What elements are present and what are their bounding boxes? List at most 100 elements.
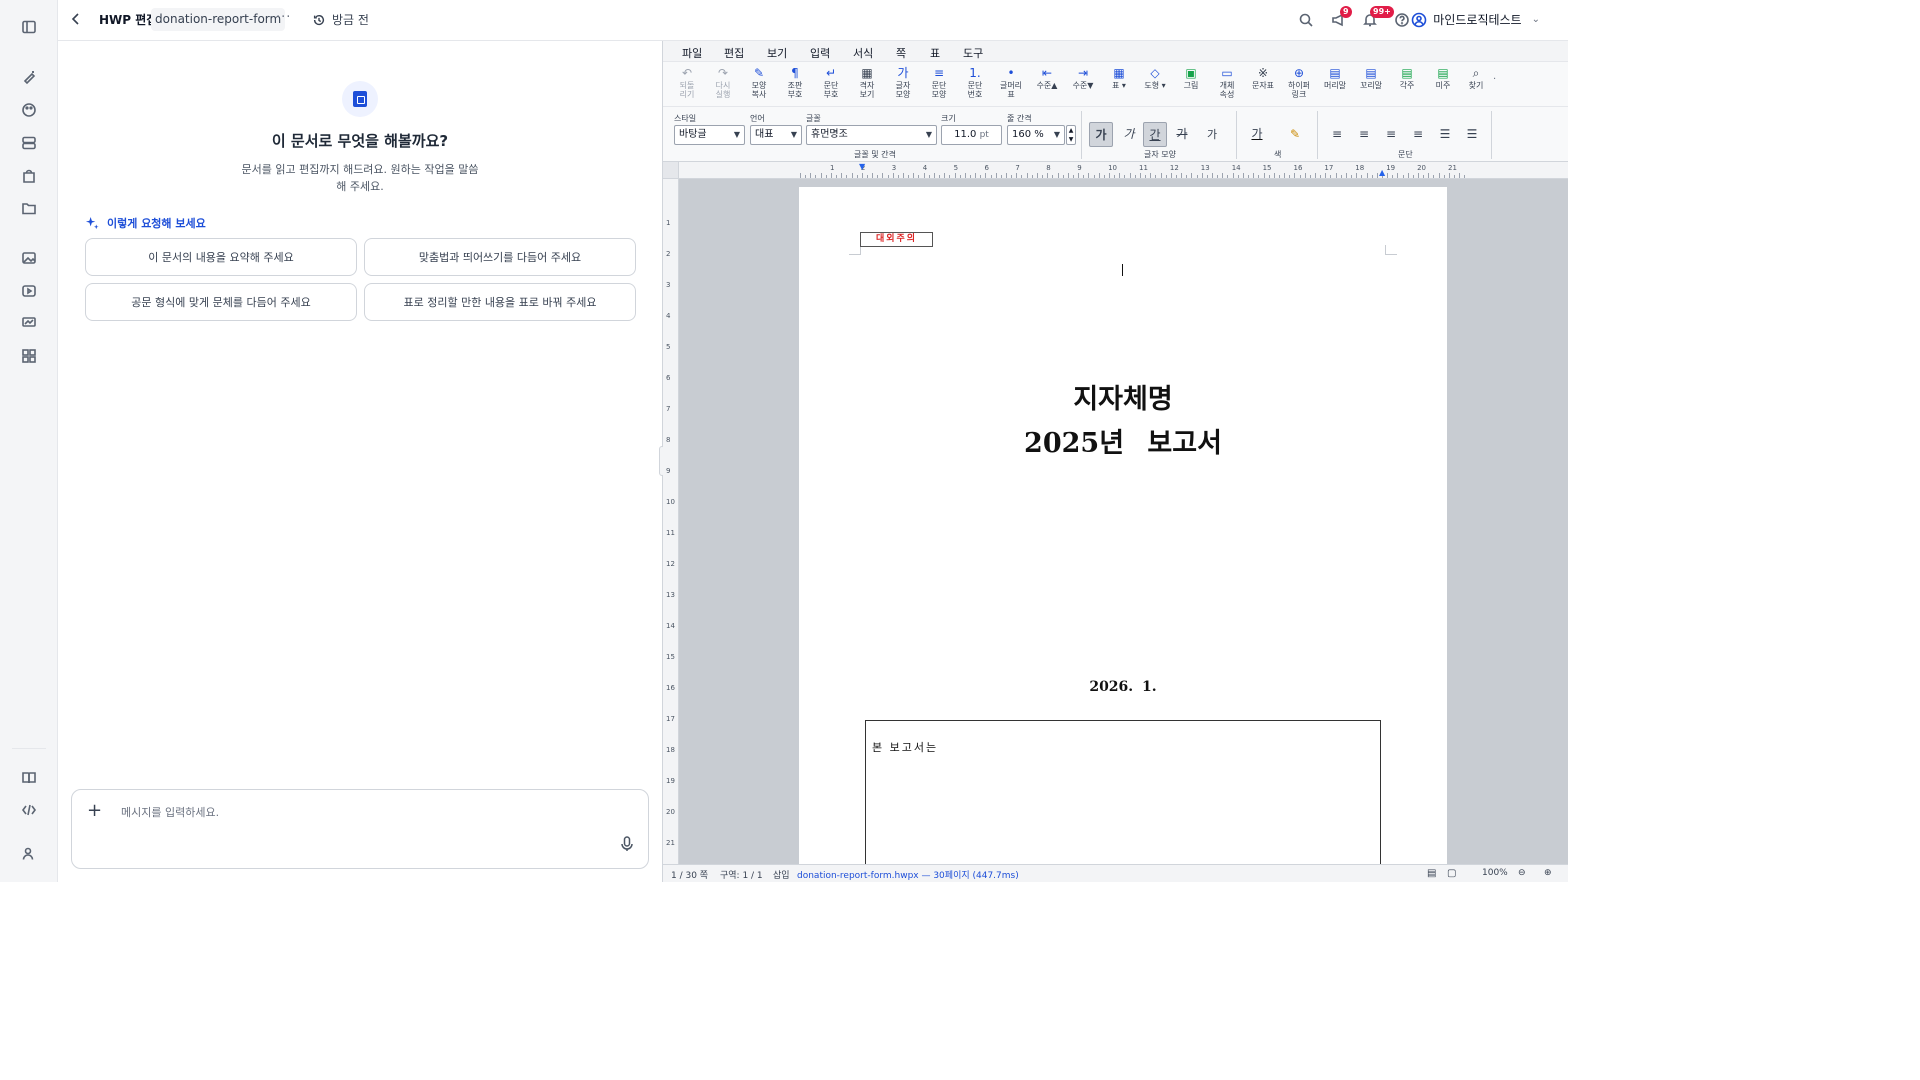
menu-page[interactable]: 쪽 [896, 45, 906, 61]
horizontal-ruler[interactable]: 1 2 3 4 5 6 7 8 9 10 11 12 13 14 15 16 17 18 19 20 21 ▼ ▲ [679, 162, 1568, 179]
user-avatar-icon [1411, 12, 1427, 27]
format-copy-button[interactable]: ✎ 모양 복사 [742, 66, 776, 99]
superscript-button[interactable]: 가 [1200, 122, 1224, 147]
book-icon[interactable] [19, 768, 39, 788]
size-input[interactable]: 11.0 pt [941, 125, 1002, 145]
suggestion-summarize[interactable]: 이 문서의 내용을 요약해 주세요 [85, 238, 357, 276]
ruler-tick [1201, 173, 1203, 178]
announcement-icon[interactable]: 9 [1330, 6, 1352, 30]
pilcrow-button[interactable]: ¶ 조판 부호 [778, 66, 812, 99]
align-distribute-icon[interactable]: ☰ [1433, 122, 1457, 147]
strikethrough-button[interactable]: 가 [1170, 122, 1194, 147]
zoom-in-icon[interactable]: ⊕ [1544, 868, 1552, 878]
menu-view[interactable]: 보기 [767, 45, 787, 61]
ribbon-label: 표 [1007, 90, 1015, 99]
shape-button[interactable]: ◇ 도형 ▾ [1138, 66, 1172, 90]
back-icon[interactable] [68, 11, 86, 29]
zoom-out-icon[interactable]: ⊖ [1518, 868, 1526, 878]
indent-marker-icon[interactable]: ▼ [859, 162, 865, 171]
apps-grid-icon[interactable] [19, 346, 39, 366]
redo-button[interactable]: ↷ 다시 실행 [706, 66, 740, 99]
vertical-ruler[interactable]: 1 2 3 4 5 6 7 8 9 10 11 12 13 14 15 16 17 18 19 20 21 [663, 179, 679, 864]
notification-bell-icon[interactable]: 99+ [1362, 6, 1394, 30]
table-button[interactable]: ▦ 표 ▾ [1102, 66, 1136, 90]
more-options-icon[interactable]: ··· [276, 10, 291, 25]
microphone-icon[interactable] [620, 836, 634, 856]
header-button[interactable]: ▤ 머리말 [1318, 66, 1352, 90]
document-canvas[interactable]: 대외주의 지자체명 2025년 보고서 2026. 1. 본 보고서는 [679, 179, 1568, 864]
suggestion-official-style[interactable]: 공문 형식에 맞게 문체를 다듬어 주세요 [85, 283, 357, 321]
document-page[interactable]: 대외주의 지자체명 2025년 보고서 2026. 1. 본 보고서는 [799, 187, 1447, 864]
video-icon[interactable] [19, 281, 39, 301]
message-input[interactable]: 메시지를 입력하세요. [121, 804, 219, 820]
align-center-icon[interactable]: ≡ [1352, 122, 1376, 147]
footer-button[interactable]: ▤ 꼬리말 [1354, 66, 1388, 90]
sidebar-toggle-icon[interactable] [19, 17, 39, 37]
idea-icon[interactable] [19, 67, 39, 87]
search-icon[interactable] [1298, 10, 1314, 30]
user-menu[interactable]: 마인드로직테스트 ⌄ [1411, 11, 1540, 28]
bold-button[interactable]: 가 [1089, 122, 1113, 147]
history-button[interactable]: 방금 전 [312, 11, 369, 28]
outdent-button[interactable]: ⇤ 수준▲ [1030, 66, 1064, 90]
align-left-icon[interactable]: ≡ [1325, 122, 1349, 147]
symbol-button[interactable]: ※ 문자표 [1246, 66, 1280, 90]
menu-format[interactable]: 서식 [853, 45, 873, 61]
line-spacing-stepper[interactable]: ▲ ▼ [1066, 125, 1076, 145]
user-settings-icon[interactable] [19, 844, 39, 864]
view-page-icon[interactable]: ▢ [1447, 868, 1456, 879]
underline-button[interactable]: 간 [1143, 122, 1167, 147]
ruler-tick [1181, 173, 1183, 178]
image-button[interactable]: ▣ 그림 [1174, 66, 1208, 90]
line-spacing-select[interactable]: 160 % ▼ [1007, 125, 1065, 145]
italic-button[interactable]: 가 [1117, 122, 1141, 147]
hyperlink-button[interactable]: ⊕ 하이퍼 링크 [1282, 66, 1316, 99]
object-props-button[interactable]: ▭ 개체 속성 [1210, 66, 1244, 99]
highlight-color-icon[interactable]: ✎ [1283, 122, 1307, 147]
help-icon[interactable] [1394, 10, 1410, 30]
image-nav-icon[interactable] [19, 248, 39, 268]
right-indent-marker-icon[interactable]: ▲ [1379, 168, 1385, 177]
style-value: 바탕글 [679, 129, 707, 140]
footnote-button[interactable]: ▤ 각주 [1390, 66, 1424, 90]
folder-icon[interactable] [19, 198, 39, 218]
bullet-button[interactable]: • 글머리 표 [994, 66, 1028, 99]
undo-button[interactable]: ↶ 되돌 리기 [670, 66, 704, 99]
font-select[interactable]: 휴먼명조 ▼ [806, 125, 937, 145]
palette-icon[interactable] [19, 100, 39, 120]
shopping-bag-icon[interactable] [19, 166, 39, 186]
align-right-icon[interactable]: ≡ [1379, 122, 1403, 147]
language-select[interactable]: 대표 ▼ [750, 125, 802, 145]
ruler-tick [1304, 173, 1306, 178]
grid-button[interactable]: ▦ 격자 보기 [850, 66, 884, 99]
endnote-button[interactable]: ▤ 미주 [1426, 66, 1460, 90]
align-justify-icon[interactable]: ≡ [1406, 122, 1430, 147]
indent-button[interactable]: ⇥ 수준▼ [1066, 66, 1100, 90]
document-name-chip[interactable]: donation-report-form [151, 8, 286, 31]
document-text-box[interactable]: 본 보고서는 [865, 720, 1381, 864]
suggestion-to-table[interactable]: 표로 정리할 만한 내용을 표로 바꿔 주세요 [364, 283, 636, 321]
attach-plus-icon[interactable]: + [87, 800, 102, 821]
menu-edit[interactable]: 편집 [724, 45, 744, 61]
style-select[interactable]: 바탕글 ▼ [674, 125, 745, 145]
code-icon[interactable] [19, 800, 39, 820]
ribbon-overflow-icon[interactable]: · [1493, 74, 1496, 85]
server-icon[interactable] [19, 133, 39, 153]
menu-table[interactable]: 표 [930, 45, 940, 61]
numbering-button[interactable]: 1. 문단 번호 [958, 66, 992, 99]
para-shape-button[interactable]: ≡ 문단 모양 [922, 66, 956, 99]
view-normal-icon[interactable]: ▤ [1427, 868, 1436, 879]
char-shape-button[interactable]: 가 글자 모양 [886, 66, 920, 99]
ruler-tick [1263, 173, 1265, 178]
find-button[interactable]: ⌕ 찾기 [1459, 66, 1493, 90]
align-divide-icon[interactable]: ☰ [1460, 122, 1484, 147]
menu-file[interactable]: 파일 [682, 45, 702, 61]
menu-tools[interactable]: 도구 [963, 45, 983, 61]
menu-insert[interactable]: 입력 [810, 45, 830, 61]
paragraph-mark-button[interactable]: ↵ 문단 부호 [814, 66, 848, 99]
text-color-button[interactable]: 가 [1245, 122, 1269, 147]
presentation-icon[interactable] [19, 313, 39, 333]
suggestion-spelling[interactable]: 맞춤법과 띄어쓰기를 다듬어 주세요 [364, 238, 636, 276]
insert-mode[interactable]: 삽입 [773, 868, 790, 881]
ruler-tick [1191, 173, 1193, 178]
